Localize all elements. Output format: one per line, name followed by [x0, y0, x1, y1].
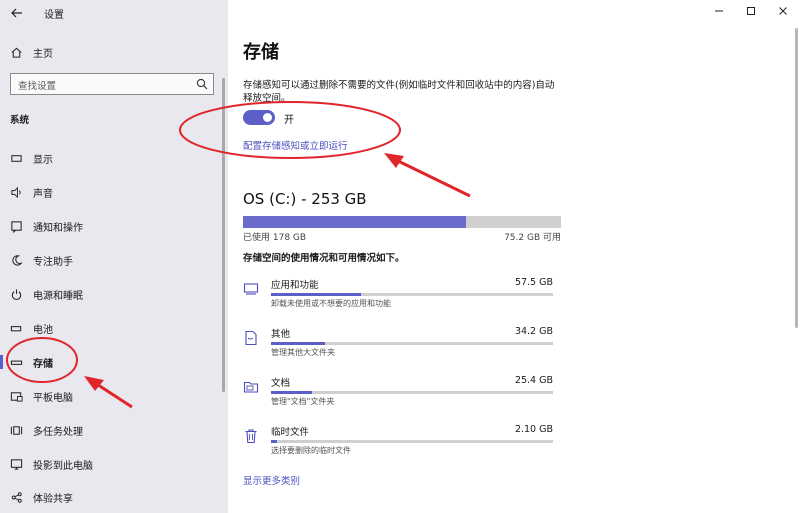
page-title: 存储 — [243, 42, 279, 63]
sidebar: 设置 主页 系统 显示 声音 通知和操作 专注助手 电源和睡眠 电池 存储 平板… — [0, 0, 228, 513]
category-name: 应用和功能 — [271, 280, 319, 291]
battery-icon — [10, 325, 22, 331]
speaker-icon — [11, 186, 21, 198]
category-bar — [271, 342, 553, 345]
search-box[interactable] — [10, 73, 214, 97]
sidebar-item-label: 投影到此电脑 — [33, 460, 93, 472]
sidebar-item-label: 存储 — [33, 358, 53, 370]
sidebar-scrollbar[interactable] — [222, 78, 225, 392]
category-bar-fill — [271, 391, 312, 394]
close-button[interactable] — [770, 2, 796, 20]
sidebar-item-label: 专注助手 — [33, 256, 73, 268]
sidebar-item-label: 声音 — [33, 188, 53, 200]
drive-usage-fill — [243, 216, 466, 228]
home-icon — [11, 47, 22, 58]
drive-free-label: 75.2 GB 可用 — [504, 233, 561, 243]
sidebar-item-battery[interactable]: 电池 — [0, 315, 226, 341]
drive-used-label: 已使用 178 GB — [243, 233, 307, 243]
sidebar-item-label: 通知和操作 — [33, 222, 83, 234]
toggle-state-label: 开 — [284, 115, 294, 126]
moon-icon — [12, 254, 23, 266]
usage-description: 存储空间的使用情况和可用情况如下。 — [243, 253, 405, 264]
storage-sense-description: 存储感知可以通过删除不需要的文件(例如临时文件和回收站中的内容)自动释放空间。 — [243, 80, 555, 104]
sidebar-item-power[interactable]: 电源和睡眠 — [0, 281, 226, 307]
search-icon — [196, 78, 208, 90]
sidebar-item-projecting[interactable]: 投影到此电脑 — [0, 451, 226, 477]
app-title: 设置 — [44, 10, 64, 21]
trash-icon — [245, 429, 257, 444]
configure-storage-sense-link[interactable]: 配置存储感知或立即运行 — [243, 138, 348, 152]
drive-title: OS (C:) - 253 GB — [243, 190, 367, 208]
sidebar-item-sound[interactable]: 声音 — [0, 179, 226, 205]
home-nav-item[interactable]: 主页 — [10, 43, 53, 61]
category-apps[interactable]: 应用和功能 57.5 GB 卸载未使用或不想要的应用和功能 — [243, 277, 561, 317]
maximize-button[interactable] — [738, 2, 764, 20]
section-title: 系统 — [10, 115, 30, 126]
category-size: 34.2 GB — [514, 326, 553, 337]
back-arrow-icon — [11, 8, 22, 18]
folder-icon — [243, 381, 259, 393]
category-name: 文档 — [271, 378, 291, 389]
sidebar-item-multitasking[interactable]: 多任务处理 — [0, 417, 226, 443]
back-button[interactable] — [10, 4, 24, 22]
drive-usage-bar — [243, 216, 561, 228]
sidebar-item-label: 体验共享 — [33, 493, 73, 505]
notification-icon — [11, 220, 22, 233]
sidebar-item-label: 电源和睡眠 — [33, 290, 83, 302]
category-subtitle: 管理"文档"文件夹 — [271, 397, 335, 406]
storage-icon — [10, 360, 23, 365]
category-bar — [271, 293, 553, 296]
apps-icon — [243, 283, 259, 295]
category-bar-fill — [271, 342, 325, 345]
category-bar-fill — [271, 293, 362, 296]
category-temp-files[interactable]: 临时文件 2.10 GB 选择要删除的临时文件 — [243, 424, 561, 464]
power-icon — [11, 288, 22, 300]
sidebar-item-display[interactable]: 显示 — [0, 145, 226, 171]
category-size: 25.4 GB — [514, 375, 553, 386]
category-size: 2.10 GB — [514, 424, 553, 435]
show-more-categories-link[interactable]: 显示更多类别 — [243, 473, 300, 487]
close-icon — [779, 7, 787, 15]
sidebar-item-focus-assist[interactable]: 专注助手 — [0, 247, 226, 273]
sidebar-item-shared-experiences[interactable]: 体验共享 — [0, 484, 226, 510]
sidebar-item-label: 显示 — [33, 154, 53, 166]
minimize-button[interactable] — [706, 2, 732, 20]
category-bar — [271, 391, 553, 394]
category-subtitle: 管理其他大文件夹 — [271, 348, 335, 357]
home-label: 主页 — [33, 48, 53, 60]
other-file-icon — [245, 330, 257, 346]
main-scrollbar[interactable] — [795, 28, 798, 328]
multitask-icon — [10, 425, 23, 435]
sidebar-item-label: 电池 — [33, 324, 53, 336]
project-icon — [10, 458, 23, 470]
sidebar-item-tablet[interactable]: 平板电脑 — [0, 383, 226, 409]
search-input[interactable] — [11, 76, 191, 97]
sidebar-item-label: 平板电脑 — [33, 392, 73, 404]
tablet-icon — [10, 391, 23, 402]
category-bar — [271, 440, 553, 443]
category-subtitle: 选择要删除的临时文件 — [271, 446, 351, 455]
annotation-arrow-toggle — [384, 153, 471, 198]
minimize-icon — [715, 10, 723, 12]
category-name: 临时文件 — [271, 427, 310, 438]
category-documents[interactable]: 文档 25.4 GB 管理"文档"文件夹 — [243, 375, 561, 415]
storage-sense-toggle[interactable] — [243, 110, 275, 125]
active-indicator — [0, 355, 3, 369]
category-bar-fill — [271, 440, 277, 443]
display-icon — [11, 154, 22, 162]
category-subtitle: 卸载未使用或不想要的应用和功能 — [271, 299, 391, 308]
sidebar-item-storage[interactable]: 存储 — [0, 349, 226, 375]
sidebar-item-notifications[interactable]: 通知和操作 — [0, 213, 226, 239]
toggle-knob — [263, 113, 272, 122]
category-other[interactable]: 其他 34.2 GB 管理其他大文件夹 — [243, 326, 561, 366]
maximize-icon — [747, 7, 755, 15]
share-icon — [11, 491, 22, 503]
category-name: 其他 — [271, 329, 291, 340]
category-size: 57.5 GB — [514, 277, 553, 288]
sidebar-item-label: 多任务处理 — [33, 426, 83, 438]
